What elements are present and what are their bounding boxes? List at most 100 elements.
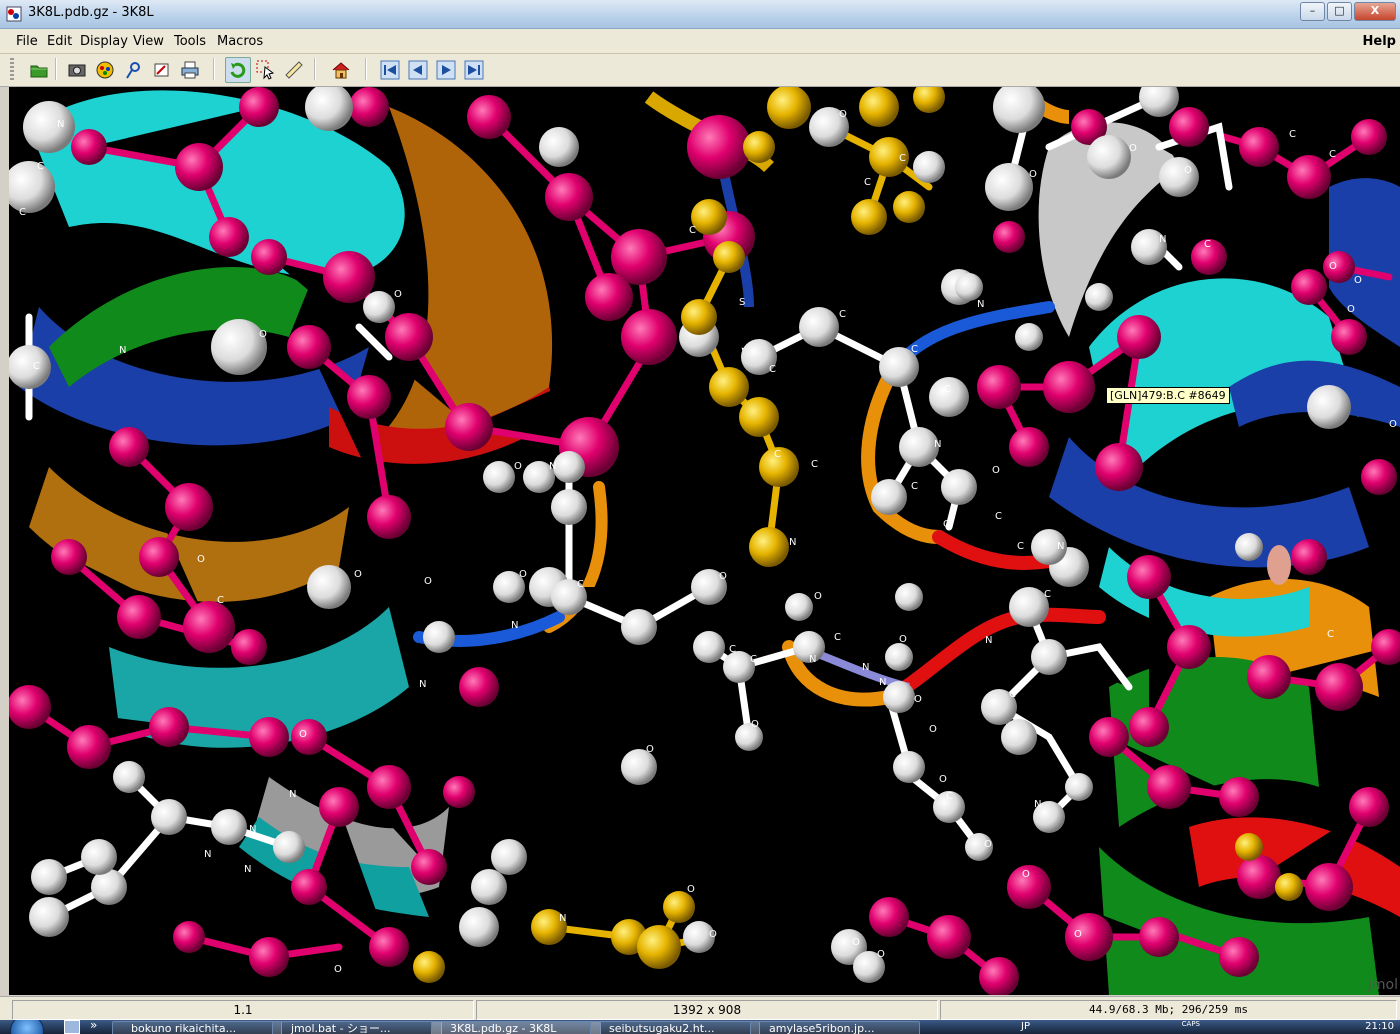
title-bar[interactable]: 3K8L.pdb.gz - 3K8L – □ X	[0, 0, 1400, 29]
open-button[interactable]	[26, 57, 52, 83]
svg-text:O: O	[354, 569, 362, 580]
svg-text:C: C	[577, 579, 584, 590]
svg-text:O: O	[394, 289, 402, 300]
svg-text:C: C	[995, 511, 1002, 522]
svg-text:N: N	[204, 849, 211, 860]
svg-text:O: O	[259, 329, 267, 340]
svg-text:C: C	[729, 644, 736, 655]
svg-text:N: N	[549, 461, 556, 472]
caps-indicator: CAPS	[1181, 1020, 1200, 1028]
toolbar-separator	[55, 58, 57, 80]
preferences-icon	[96, 61, 114, 79]
svg-text:O: O	[1354, 275, 1362, 286]
svg-text:O: O	[197, 554, 205, 565]
svg-text:O: O	[929, 724, 937, 735]
svg-text:O: O	[1022, 869, 1030, 880]
molecule-render: NCCN OCOO NNNN O NCO NOOC COOC NCCN CCOC …	[9, 87, 1400, 995]
svg-text:C: C	[1009, 689, 1016, 700]
quicklaunch-chevron-icon[interactable]: »	[90, 1020, 97, 1032]
svg-text:N: N	[862, 662, 869, 673]
measure-button[interactable]	[281, 57, 307, 83]
svg-text:N: N	[289, 789, 296, 800]
svg-text:C: C	[750, 654, 757, 665]
print-button[interactable]	[177, 57, 203, 83]
menu-display[interactable]: Display	[80, 34, 128, 49]
svg-text:C: C	[911, 344, 918, 355]
rotate-button[interactable]	[225, 57, 251, 83]
edit-script-icon	[126, 62, 140, 79]
svg-text:N: N	[789, 537, 796, 548]
taskbar-item-active[interactable]: 3K8L.pdb.gz - 3K8L	[431, 1021, 601, 1034]
svg-text:C: C	[911, 481, 918, 492]
preferences-button[interactable]	[92, 57, 118, 83]
export-button[interactable]	[149, 57, 175, 83]
svg-text:C: C	[946, 791, 953, 802]
menu-macros[interactable]: Macros	[217, 34, 263, 49]
export-icon	[154, 63, 169, 77]
taskbar-item[interactable]: amylase5ribon.jp...	[750, 1021, 920, 1034]
first-frame-icon	[380, 60, 400, 80]
svg-text:O: O	[1329, 261, 1337, 272]
minimize-button[interactable]: –	[1300, 2, 1325, 21]
svg-text:C: C	[1049, 739, 1056, 750]
print-icon	[181, 61, 199, 79]
svg-text:N: N	[559, 913, 566, 924]
pick-button[interactable]	[253, 57, 279, 83]
svg-text:O: O	[751, 719, 759, 730]
status-size: 1392 x 908	[476, 1000, 938, 1020]
svg-text:C: C	[1017, 541, 1024, 552]
svg-text:N: N	[879, 677, 886, 688]
svg-text:C: C	[217, 595, 224, 606]
camera-icon	[68, 64, 86, 77]
molecule-viewport[interactable]: NCCN OCOO NNNN ONCO NOOC COOC NCCN CCOC …	[9, 87, 1400, 995]
first-frame-button[interactable]	[377, 57, 403, 83]
menu-tools[interactable]: Tools	[174, 34, 206, 49]
maximize-button[interactable]: □	[1327, 2, 1352, 21]
svg-text:C: C	[834, 632, 841, 643]
jmol-watermark: Jmol	[1367, 977, 1398, 993]
svg-text:C: C	[1044, 589, 1051, 600]
clock[interactable]: 21:10	[1365, 1020, 1394, 1034]
svg-text:C: C	[769, 364, 776, 375]
svg-text:O: O	[814, 591, 822, 602]
screenshot-button[interactable]	[64, 57, 90, 83]
ime-indicator[interactable]: JP	[1021, 1020, 1030, 1034]
menu-file[interactable]: File	[16, 34, 38, 49]
svg-text:N: N	[244, 864, 251, 875]
svg-text:N: N	[985, 635, 992, 646]
menu-bar: File Edit Display View Tools Macros Help	[0, 29, 1400, 54]
edit-script-button[interactable]	[121, 57, 147, 83]
next-frame-icon	[436, 60, 456, 80]
menu-edit[interactable]: Edit	[47, 34, 72, 49]
svg-text:O: O	[719, 571, 727, 582]
svg-text:C: C	[19, 207, 26, 218]
svg-text:C: C	[1329, 149, 1336, 160]
close-button[interactable]: X	[1354, 2, 1396, 21]
taskbar-item[interactable]: bokuno rikaichita...	[112, 1021, 282, 1034]
svg-text:N: N	[57, 119, 64, 130]
next-frame-button[interactable]	[433, 57, 459, 83]
svg-text:C: C	[864, 177, 871, 188]
rotate-icon	[230, 62, 246, 78]
last-frame-button[interactable]	[461, 57, 487, 83]
svg-text:O: O	[939, 774, 947, 785]
home-button[interactable]	[328, 57, 354, 83]
taskbar-item[interactable]: seibutsugaku2.ht...	[590, 1021, 760, 1034]
start-button[interactable]	[10, 1020, 44, 1034]
last-frame-icon	[464, 60, 484, 80]
taskbar-item[interactable]: jmol.bat - ショー...	[272, 1021, 442, 1034]
show-desktop-icon[interactable]	[64, 1020, 80, 1034]
svg-text:C: C	[944, 384, 951, 395]
svg-text:O: O	[1347, 304, 1355, 315]
toolbar-grip[interactable]	[10, 58, 14, 80]
svg-text:N: N	[977, 299, 984, 310]
svg-text:O: O	[519, 569, 527, 580]
svg-text:O: O	[852, 937, 860, 948]
svg-text:O: O	[839, 109, 847, 120]
menu-help[interactable]: Help	[1363, 34, 1396, 49]
pick-icon	[256, 60, 275, 80]
svg-text:C: C	[899, 153, 906, 164]
prev-frame-button[interactable]	[405, 57, 431, 83]
menu-view[interactable]: View	[133, 34, 164, 49]
status-memory: 44.9/68.3 Mb; 296/259 ms	[940, 1000, 1397, 1020]
